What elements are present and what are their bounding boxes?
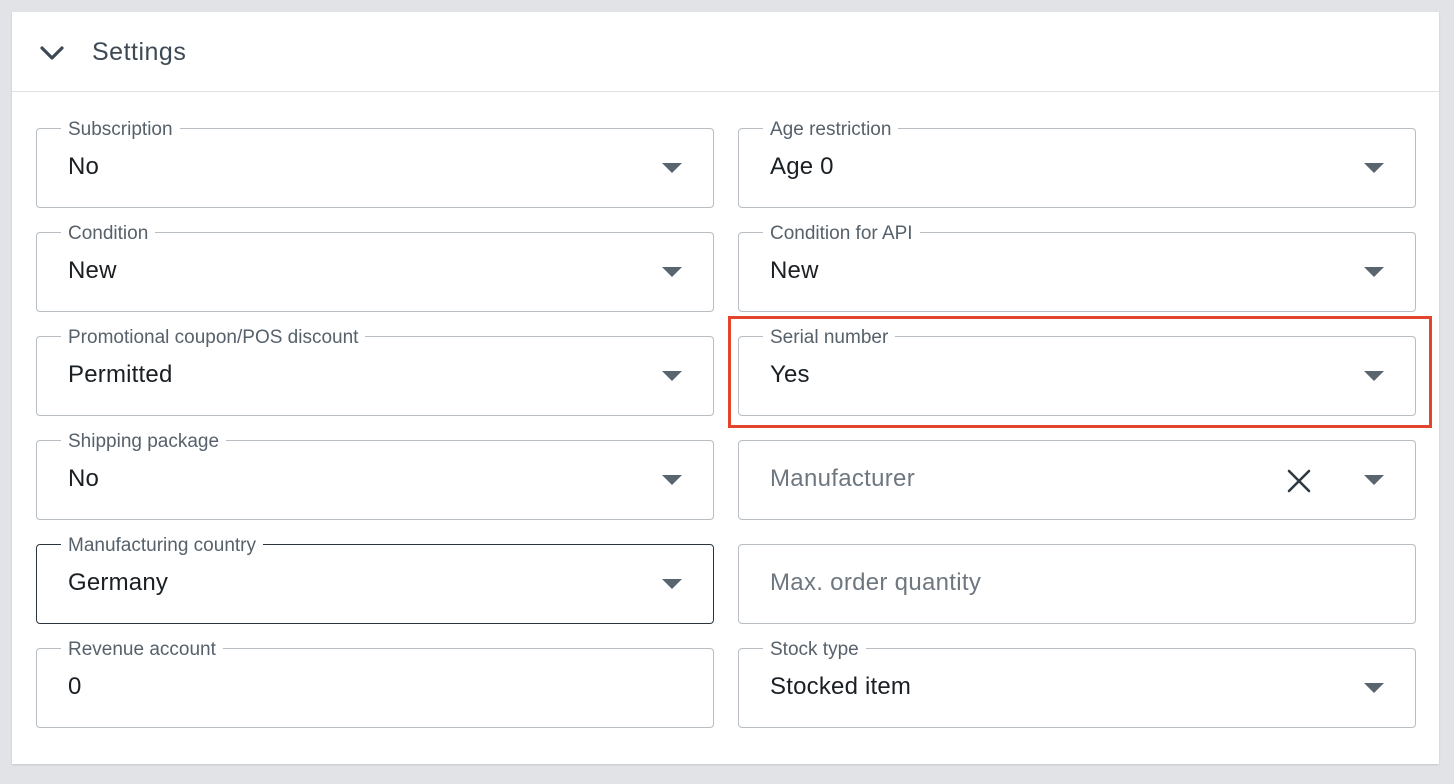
caret-down-icon[interactable]	[661, 473, 683, 487]
caret-down-icon[interactable]	[661, 161, 683, 175]
stock-type-value: Stocked item	[770, 673, 912, 700]
subscription-select[interactable]: Subscription No	[36, 120, 714, 208]
subscription-label: Subscription	[61, 120, 180, 140]
age-restriction-select[interactable]: Age restriction Age 0	[738, 120, 1416, 208]
manufacturing-country-value: Germany	[68, 569, 169, 596]
caret-down-icon[interactable]	[1363, 161, 1385, 175]
manufacturer-select[interactable]: Manufacturer	[738, 440, 1416, 520]
max-order-quantity-input[interactable]: Max. order quantity	[738, 544, 1416, 624]
revenue-account-label: Revenue account	[61, 640, 223, 660]
promo-coupon-value: Permitted	[68, 361, 173, 388]
promo-coupon-label: Promotional coupon/POS discount	[61, 328, 366, 348]
caret-down-icon[interactable]	[661, 577, 683, 591]
condition-api-value: New	[770, 257, 819, 284]
max-order-quantity-placeholder: Max. order quantity	[770, 569, 982, 596]
shipping-package-value: No	[68, 465, 100, 492]
stock-type-select[interactable]: Stock type Stocked item	[738, 640, 1416, 728]
serial-number-label: Serial number	[763, 328, 896, 348]
caret-down-icon[interactable]	[1363, 265, 1385, 279]
serial-number-select[interactable]: Serial number Yes	[738, 328, 1416, 416]
close-icon[interactable]	[1285, 467, 1313, 495]
caret-down-icon[interactable]	[661, 265, 683, 279]
promo-coupon-select[interactable]: Promotional coupon/POS discount Permitte…	[36, 328, 714, 416]
caret-down-icon[interactable]	[1363, 369, 1385, 383]
manufacturer-placeholder: Manufacturer	[770, 465, 915, 492]
condition-label: Condition	[61, 224, 156, 244]
shipping-package-label: Shipping package	[61, 432, 227, 452]
serial-number-value: Yes	[770, 361, 810, 388]
settings-header[interactable]: Settings	[12, 12, 1439, 92]
chevron-down-icon[interactable]	[39, 40, 65, 66]
caret-down-icon[interactable]	[661, 369, 683, 383]
revenue-account-value: 0	[68, 673, 82, 700]
condition-select[interactable]: Condition New	[36, 224, 714, 312]
subscription-value: No	[68, 153, 100, 180]
condition-api-label: Condition for API	[763, 224, 920, 244]
age-restriction-label: Age restriction	[763, 120, 899, 140]
manufacturing-country-select[interactable]: Manufacturing country Germany	[36, 536, 714, 624]
condition-api-select[interactable]: Condition for API New	[738, 224, 1416, 312]
age-restriction-value: Age 0	[770, 153, 834, 180]
caret-down-icon[interactable]	[1363, 473, 1385, 487]
manufacturing-country-label: Manufacturing country	[61, 536, 263, 556]
caret-down-icon[interactable]	[1363, 681, 1385, 695]
revenue-account-input[interactable]: Revenue account 0	[36, 640, 714, 728]
shipping-package-select[interactable]: Shipping package No	[36, 432, 714, 520]
stock-type-label: Stock type	[763, 640, 866, 660]
condition-value: New	[68, 257, 117, 284]
section-title: Settings	[92, 38, 187, 66]
